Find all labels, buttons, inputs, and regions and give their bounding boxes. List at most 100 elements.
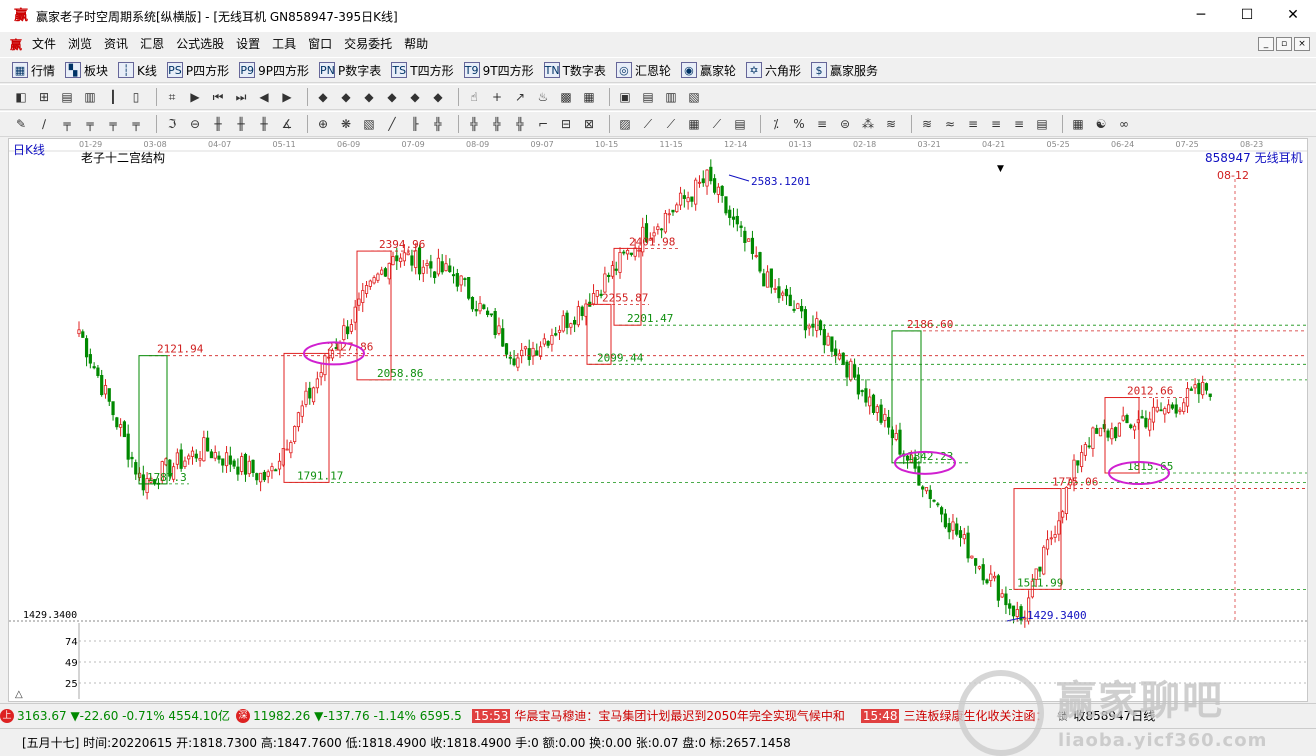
toolbar-item-2[interactable]: ┆ K线 <box>118 62 157 79</box>
toolbar3-tool-icon-9[interactable]: ╫ <box>232 115 250 133</box>
menu-window[interactable]: 窗口 <box>302 32 338 56</box>
toolbar3-tool-icon-30[interactable]: ⁒ <box>767 115 785 133</box>
toolbar3-tool-icon-15[interactable]: ╱ <box>383 115 401 133</box>
toolbar-item-9[interactable]: ◎ 汇恩轮 <box>615 62 671 79</box>
toolbar3-tool-icon-24[interactable]: ▨ <box>616 115 634 133</box>
toolbar2-tool-icon-15[interactable]: ◆ <box>383 88 401 106</box>
toolbar3-tool-icon-38[interactable]: ≡ <box>964 115 982 133</box>
toolbar3-tool-icon-4[interactable]: ╤ <box>104 115 122 133</box>
toolbar3-tool-icon-21[interactable]: ⌐ <box>534 115 552 133</box>
toolbar2-tool-icon-10[interactable]: ◀ <box>255 88 273 106</box>
toolbar3-tool-icon-39[interactable]: ≡ <box>987 115 1005 133</box>
toolbar2-tool-icon-2[interactable]: ▤ <box>58 88 76 106</box>
toolbar-item-4[interactable]: P9 9P四方形 <box>239 62 309 79</box>
toolbar2-tool-icon-6[interactable]: ⌗ <box>163 88 181 106</box>
toolbar2-tool-icon-9[interactable]: ⏭ <box>232 88 250 106</box>
toolbar2-tool-icon-8[interactable]: ⏮ <box>209 88 227 106</box>
toolbar2-tool-icon-13[interactable]: ◆ <box>337 88 355 106</box>
toolbar3-tool-icon-37[interactable]: ≈ <box>941 115 959 133</box>
toolbar-item-1[interactable]: ▚ 板块 <box>65 62 108 79</box>
toolbar3-tool-icon-41[interactable]: ▤ <box>1033 115 1051 133</box>
mdi-minimize-button[interactable]: _ <box>1258 37 1274 51</box>
sh-index[interactable]: 上 3163.67 ▼-22.60 -0.71% 4554.10亿 <box>0 707 230 724</box>
toolbar2-tool-icon-0[interactable]: ◧ <box>12 88 30 106</box>
toolbar3-tool-icon-33[interactable]: ⊜ <box>836 115 854 133</box>
toolbar2-tool-icon-11[interactable]: ▶ <box>278 88 296 106</box>
toolbar3-tool-icon-20[interactable]: ╬ <box>511 115 529 133</box>
toolbar3-tool-icon-8[interactable]: ╫ <box>209 115 227 133</box>
toolbar3-tool-icon-36[interactable]: ≋ <box>918 115 936 133</box>
toolbar3-tool-icon-22[interactable]: ⊟ <box>557 115 575 133</box>
toolbar3-tool-icon-14[interactable]: ▧ <box>360 115 378 133</box>
toolbar2-tool-icon-14[interactable]: ◆ <box>360 88 378 106</box>
toolbar-item-3[interactable]: PS P四方形 <box>166 62 229 79</box>
menu-tools[interactable]: 工具 <box>266 32 302 56</box>
menu-help[interactable]: 帮助 <box>398 32 434 56</box>
menu-trade[interactable]: 交易委托 <box>338 32 398 56</box>
toolbar3-tool-icon-29[interactable]: ▤ <box>731 115 749 133</box>
sz-index[interactable]: 深 11982.26 ▼-137.76 -1.14% 6595.5 <box>236 708 462 723</box>
toolbar2-tool-icon-12[interactable]: ◆ <box>314 88 332 106</box>
menu-info[interactable]: 资讯 <box>98 32 134 56</box>
toolbar3-tool-icon-16[interactable]: ╟ <box>406 115 424 133</box>
toolbar3-tool-icon-27[interactable]: ▦ <box>685 115 703 133</box>
toolbar-item-8[interactable]: TN T数字表 <box>543 62 606 79</box>
lock-icon[interactable]: 锁 <box>1058 708 1068 723</box>
toolbar2-tool-icon-17[interactable]: ◆ <box>429 88 447 106</box>
toolbar-item-7[interactable]: T9 9T四方形 <box>463 62 534 79</box>
toolbar2-tool-icon-21[interactable]: ♨ <box>534 88 552 106</box>
toolbar3-tool-icon-28[interactable]: ⟋ <box>708 115 726 133</box>
news-item-1[interactable]: 15:53 华晨宝马穆迪：宝马集团计划最迟到2050年完全实现气候中和 <box>471 707 845 724</box>
toolbar3-tool-icon-26[interactable]: ⟋ <box>662 115 680 133</box>
menu-formula[interactable]: 公式选股 <box>170 32 230 56</box>
toolbar3-tool-icon-43[interactable]: ☯ <box>1092 115 1110 133</box>
kline-chart[interactable]: 01-29 03-08 04-07 05-11 06-09 07-09 08-09 09-07… <box>9 139 1307 701</box>
news-item-2[interactable]: 15:48 三连板绿康生化收关注函： <box>860 707 1048 724</box>
toolbar3-tool-icon-12[interactable]: ⊕ <box>314 115 332 133</box>
toolbar3-tool-icon-40[interactable]: ≡ <box>1010 115 1028 133</box>
toolbar3-tool-icon-32[interactable]: ≡ <box>813 115 831 133</box>
mdi-close-button[interactable]: × <box>1294 37 1310 51</box>
toolbar2-tool-icon-27[interactable]: ▧ <box>685 88 703 106</box>
toolbar2-tool-icon-23[interactable]: ▦ <box>580 88 598 106</box>
menu-browse[interactable]: 浏览 <box>62 32 98 56</box>
minimize-button[interactable]: ─ <box>1178 0 1224 32</box>
toolbar2-tool-icon-3[interactable]: ▥ <box>81 88 99 106</box>
toolbar3-tool-icon-23[interactable]: ⊠ <box>580 115 598 133</box>
menu-huien[interactable]: 汇恩 <box>134 32 170 56</box>
toolbar2-tool-icon-7[interactable]: ▶ <box>186 88 204 106</box>
toolbar-item-11[interactable]: ✡ 六角形 <box>745 62 801 79</box>
toolbar2-tool-icon-25[interactable]: ▤ <box>639 88 657 106</box>
toolbar2-tool-icon-1[interactable]: ⊞ <box>35 88 53 106</box>
toolbar3-tool-icon-35[interactable]: ≋ <box>882 115 900 133</box>
toolbar3-tool-icon-2[interactable]: ╤ <box>58 115 76 133</box>
toolbar3-tool-icon-6[interactable]: ℑ <box>163 115 181 133</box>
toolbar2-tool-icon-4[interactable]: ┃ <box>104 88 122 106</box>
maximize-button[interactable]: ☐ <box>1224 0 1270 32</box>
toolbar2-tool-icon-16[interactable]: ◆ <box>406 88 424 106</box>
mdi-restore-button[interactable]: ▫ <box>1276 37 1292 51</box>
toolbar3-tool-icon-34[interactable]: ⁂ <box>859 115 877 133</box>
close-button[interactable]: ✕ <box>1270 0 1316 32</box>
toolbar-item-10[interactable]: ◉ 赢家轮 <box>680 62 736 79</box>
toolbar3-tool-icon-13[interactable]: ❋ <box>337 115 355 133</box>
toolbar3-tool-icon-19[interactable]: ╬ <box>488 115 506 133</box>
toolbar3-tool-icon-17[interactable]: ╬ <box>429 115 447 133</box>
toolbar2-tool-icon-24[interactable]: ▣ <box>616 88 634 106</box>
menu-file[interactable]: 文件 <box>26 32 62 56</box>
toolbar2-tool-icon-20[interactable]: ↗ <box>511 88 529 106</box>
toolbar3-tool-icon-5[interactable]: ╤ <box>127 115 145 133</box>
toolbar3-tool-icon-25[interactable]: ⟋ <box>639 115 657 133</box>
toolbar3-tool-icon-10[interactable]: ╫ <box>255 115 273 133</box>
toolbar2-tool-icon-18[interactable]: ☝ <box>465 88 483 106</box>
toolbar3-tool-icon-31[interactable]: % <box>790 115 808 133</box>
chart-area[interactable]: 01-29 03-08 04-07 05-11 06-09 07-09 08-09 09-07… <box>8 138 1308 702</box>
toolbar3-tool-icon-18[interactable]: ╬ <box>465 115 483 133</box>
toolbar3-tool-icon-0[interactable]: ✎ <box>12 115 30 133</box>
menu-settings[interactable]: 设置 <box>230 32 266 56</box>
toolbar3-tool-icon-7[interactable]: ⊖ <box>186 115 204 133</box>
toolbar2-tool-icon-22[interactable]: ▩ <box>557 88 575 106</box>
toolbar3-tool-icon-44[interactable]: ∞ <box>1115 115 1133 133</box>
toolbar3-tool-icon-11[interactable]: ∡ <box>278 115 296 133</box>
toolbar-item-0[interactable]: ▦ 行情 <box>12 62 55 79</box>
